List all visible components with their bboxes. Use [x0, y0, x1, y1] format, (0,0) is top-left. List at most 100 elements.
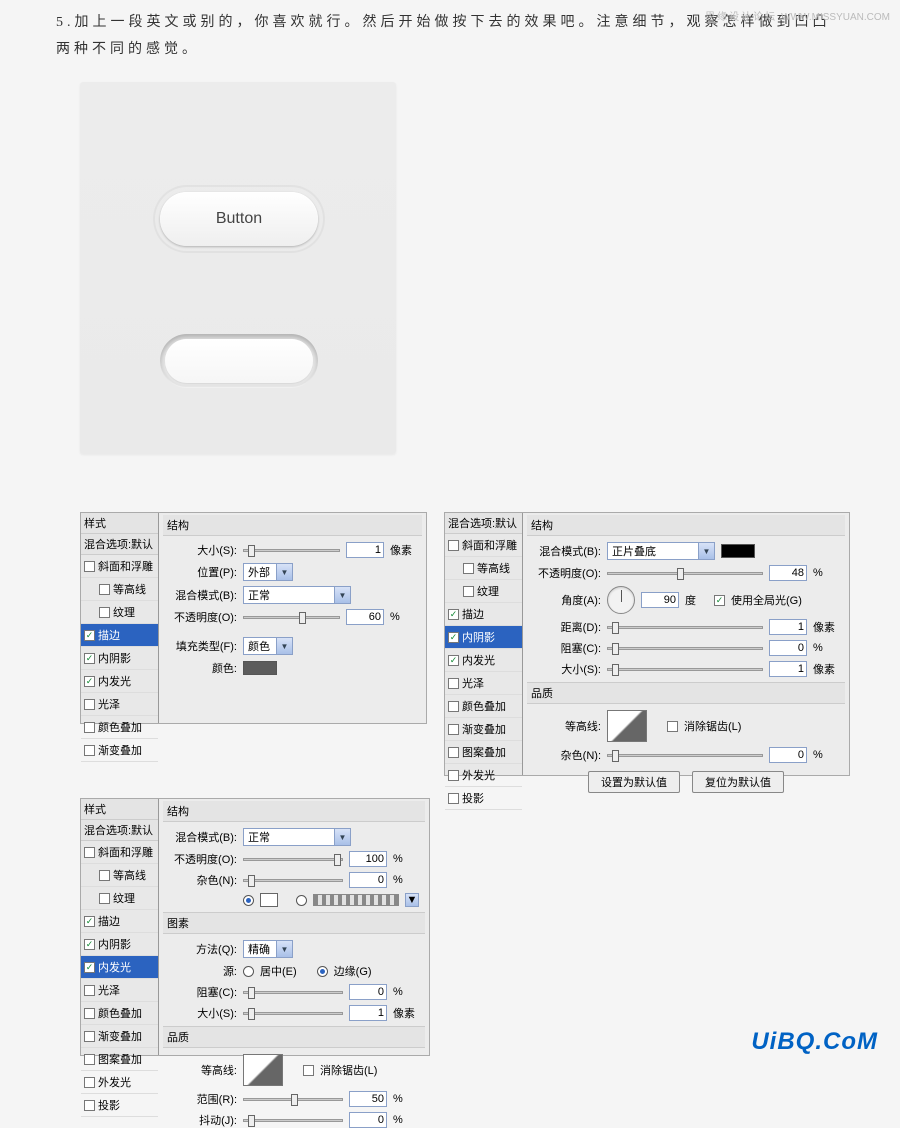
- quality-group: 品质: [163, 1026, 425, 1048]
- pattern-overlay-item[interactable]: 图案叠加: [81, 1048, 158, 1071]
- opacity-input[interactable]: [769, 565, 807, 581]
- contour-item[interactable]: 等高线: [445, 557, 522, 580]
- styles-header: 样式: [81, 513, 158, 534]
- color-overlay-item[interactable]: 颜色叠加: [81, 1002, 158, 1025]
- stroke-item[interactable]: 描边: [81, 910, 158, 933]
- gradient-overlay-item[interactable]: 渐变叠加: [81, 739, 158, 762]
- gradient-bar[interactable]: [313, 894, 399, 906]
- opacity-slider[interactable]: [243, 616, 340, 619]
- range-slider[interactable]: [243, 1098, 343, 1101]
- jitter-slider[interactable]: [243, 1119, 343, 1122]
- glow-color-swatch[interactable]: [260, 893, 278, 907]
- satin-item[interactable]: 光泽: [445, 672, 522, 695]
- satin-item[interactable]: 光泽: [81, 693, 158, 716]
- inner-shadow-item[interactable]: 内阴影: [81, 933, 158, 956]
- size-input[interactable]: [349, 1005, 387, 1021]
- noise-input[interactable]: [349, 872, 387, 888]
- bevel-item[interactable]: 斜面和浮雕: [81, 841, 158, 864]
- method-select[interactable]: 精确▼: [243, 940, 293, 958]
- source-edge-radio[interactable]: [317, 966, 328, 977]
- texture-item[interactable]: 纹理: [81, 887, 158, 910]
- layer-style-panel-stroke: 样式 混合选项:默认 斜面和浮雕 等高线 纹理 描边 内阴影 内发光 光泽 颜色…: [80, 512, 427, 724]
- inner-glow-item[interactable]: 内发光: [81, 670, 158, 693]
- bottom-watermark: UiBQ.CoM: [751, 1028, 878, 1056]
- angle-dial[interactable]: [607, 586, 635, 614]
- inner-shadow-item[interactable]: 内阴影: [81, 647, 158, 670]
- inner-glow-item[interactable]: 内发光: [445, 649, 522, 672]
- size-input[interactable]: [769, 661, 807, 677]
- choke-input[interactable]: [769, 640, 807, 656]
- size-input[interactable]: [346, 542, 384, 558]
- antialias-check[interactable]: [667, 721, 678, 732]
- outer-glow-item[interactable]: 外发光: [445, 764, 522, 787]
- noise-slider[interactable]: [607, 754, 763, 757]
- size-slider[interactable]: [243, 1012, 343, 1015]
- button-preview-panel: Button: [80, 82, 396, 454]
- color-radio[interactable]: [243, 895, 254, 906]
- concave-button-sample: [160, 334, 318, 388]
- distance-input[interactable]: [769, 619, 807, 635]
- distance-slider[interactable]: [607, 626, 763, 629]
- drop-shadow-item[interactable]: 投影: [81, 1094, 158, 1117]
- inner-glow-item[interactable]: 内发光: [81, 956, 158, 979]
- satin-item[interactable]: 光泽: [81, 979, 158, 1002]
- style-list: 样式 混合选项:默认 斜面和浮雕 等高线 纹理 描边 内阴影 内发光 光泽 颜色…: [81, 513, 159, 723]
- styles-header: 样式: [81, 799, 158, 820]
- gradient-radio[interactable]: [296, 895, 307, 906]
- gradient-overlay-item[interactable]: 渐变叠加: [445, 718, 522, 741]
- contour-picker[interactable]: [243, 1054, 283, 1086]
- reset-default-button[interactable]: 复位为默认值: [692, 771, 784, 793]
- source-center-radio[interactable]: [243, 966, 254, 977]
- antialias-check[interactable]: [303, 1065, 314, 1076]
- color-overlay-item[interactable]: 颜色叠加: [445, 695, 522, 718]
- texture-item[interactable]: 纹理: [445, 580, 522, 603]
- opacity-slider[interactable]: [243, 858, 343, 861]
- style-list: 样式 混合选项:默认 斜面和浮雕 等高线 纹理 描边 内阴影 内发光 光泽 颜色…: [81, 799, 159, 1055]
- position-select[interactable]: 外部▼: [243, 563, 293, 581]
- noise-slider[interactable]: [243, 879, 343, 882]
- color-overlay-item[interactable]: 颜色叠加: [81, 716, 158, 739]
- bevel-item[interactable]: 斜面和浮雕: [81, 555, 158, 578]
- stroke-item[interactable]: 描边: [445, 603, 522, 626]
- blendройmode-select[interactable]: 正片叠底▼: [607, 542, 715, 560]
- blend-mode-select[interactable]: 正常▼: [243, 828, 351, 846]
- layer-style-panel-inner-shadow: 混合选项:默认 斜面和浮雕 等高线 纹理 描边 内阴影 内发光 光泽 颜色叠加 …: [444, 512, 850, 776]
- blend-options-header[interactable]: 混合选项:默认: [81, 820, 158, 841]
- elements-group: 图素: [163, 912, 425, 934]
- blend-mode-select[interactable]: 正常▼: [243, 586, 351, 604]
- color-swatch[interactable]: [243, 661, 277, 675]
- structure-group: 结构: [163, 515, 422, 536]
- fill-type-select[interactable]: 颜色▼: [243, 637, 293, 655]
- convex-button-sample: Button: [160, 192, 318, 246]
- texture-item[interactable]: 纹理: [81, 601, 158, 624]
- contour-item[interactable]: 等高线: [81, 864, 158, 887]
- blend-options-header[interactable]: 混合选项:默认: [81, 534, 158, 555]
- choke-slider[interactable]: [607, 647, 763, 650]
- contour-picker[interactable]: [607, 710, 647, 742]
- shadow-color-swatch[interactable]: [721, 544, 755, 558]
- stroke-item[interactable]: 描边: [81, 624, 158, 647]
- gradient-overlay-item[interactable]: 渐变叠加: [81, 1025, 158, 1048]
- opacity-slider[interactable]: [607, 572, 763, 575]
- global-light-check[interactable]: [714, 595, 725, 606]
- bevel-item[interactable]: 斜面和浮雕: [445, 534, 522, 557]
- range-input[interactable]: [349, 1091, 387, 1107]
- opacity-input[interactable]: [346, 609, 384, 625]
- size-slider[interactable]: [243, 549, 340, 552]
- size-slider[interactable]: [607, 668, 763, 671]
- blend-options-header[interactable]: 混合选项:默认: [445, 513, 522, 534]
- set-default-button[interactable]: 设置为默认值: [588, 771, 680, 793]
- pattern-overlay-item[interactable]: 图案叠加: [445, 741, 522, 764]
- stroke-settings: 结构 大小(S):像素 位置(P):外部▼ 混合模式(B):正常▼ 不透明度(O…: [159, 513, 426, 723]
- inner-shadow-item[interactable]: 内阴影: [445, 626, 522, 649]
- outer-glow-item[interactable]: 外发光: [81, 1071, 158, 1094]
- choke-input[interactable]: [349, 984, 387, 1000]
- drop-shadow-item[interactable]: 投影: [445, 787, 522, 810]
- choke-slider[interactable]: [243, 991, 343, 994]
- contour-item[interactable]: 等高线: [81, 578, 158, 601]
- top-watermark: 思缘设计论坛WWW.MISSYUAN.COM: [705, 8, 890, 23]
- angle-input[interactable]: [641, 592, 679, 608]
- noise-input[interactable]: [769, 747, 807, 763]
- opacity-input[interactable]: [349, 851, 387, 867]
- jitter-input[interactable]: [349, 1112, 387, 1128]
